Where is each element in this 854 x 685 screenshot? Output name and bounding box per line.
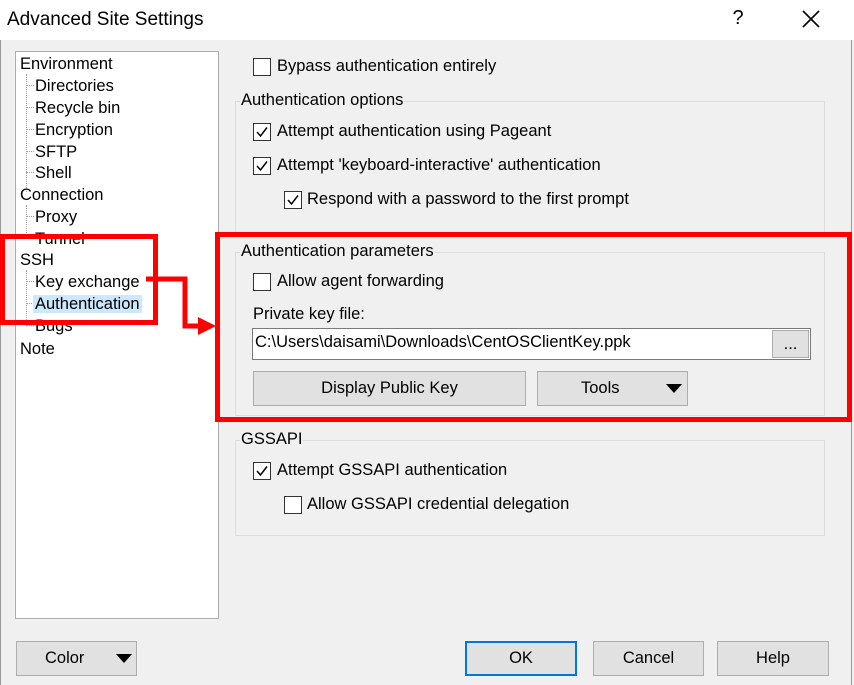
tree-connector xyxy=(26,281,34,282)
tree-item-key-exchange[interactable]: Key exchange xyxy=(35,272,140,292)
close-icon[interactable] xyxy=(794,2,828,36)
gssapi-title: GSSAPI xyxy=(240,430,304,449)
tree-connector xyxy=(26,325,34,326)
tree-item-shell[interactable]: Shell xyxy=(35,163,72,183)
gssapi-group xyxy=(235,440,825,536)
tree-connector xyxy=(26,238,34,239)
gssapi-attempt-label: Attempt GSSAPI authentication xyxy=(277,461,508,479)
gssapi-delegation-label: Allow GSSAPI credential delegation xyxy=(307,495,570,513)
tree-connector xyxy=(26,85,34,86)
color-label: Color xyxy=(45,649,85,667)
pageant-checkbox[interactable] xyxy=(253,123,271,141)
checkmark-icon xyxy=(256,127,268,138)
tree-item-tunnel[interactable]: Tunnel xyxy=(35,229,85,249)
private-key-value: C:\Users\daisami\Downloads\CentOSClientK… xyxy=(255,333,631,351)
auth-options-title: Authentication options xyxy=(240,91,405,110)
dropdown-arrow-icon xyxy=(666,384,682,393)
tools-label: Tools xyxy=(581,379,620,397)
ok-button[interactable]: OK xyxy=(465,641,577,676)
checkmark-icon xyxy=(287,195,299,206)
browse-key-button[interactable]: ... xyxy=(772,330,809,358)
private-key-label: Private key file: xyxy=(253,305,365,323)
pageant-label: Attempt authentication using Pageant xyxy=(277,122,552,140)
display-public-key-button[interactable]: Display Public Key xyxy=(253,371,526,406)
respond-password-label: Respond with a password to the first pro… xyxy=(307,190,629,208)
auth-params-title: Authentication parameters xyxy=(240,242,435,261)
tree-item-note[interactable]: Note xyxy=(20,339,55,359)
tree-item-proxy[interactable]: Proxy xyxy=(35,207,77,227)
tree-item-authentication[interactable]: Authentication xyxy=(33,294,142,314)
cancel-button[interactable]: Cancel xyxy=(593,641,704,676)
tree-connector xyxy=(26,205,27,239)
respond-password-checkbox[interactable] xyxy=(284,191,302,209)
bypass-auth-checkbox[interactable] xyxy=(253,58,271,76)
agent-forwarding-checkbox[interactable] xyxy=(253,273,271,291)
keyboard-interactive-checkbox[interactable] xyxy=(253,157,271,175)
private-key-input[interactable]: C:\Users\daisami\Downloads\CentOSClientK… xyxy=(252,328,811,360)
tree-item-connection[interactable]: Connection xyxy=(20,185,103,205)
help-button[interactable]: Help xyxy=(717,641,829,676)
tree-connector xyxy=(26,74,27,192)
tree-connector xyxy=(26,129,34,130)
bypass-auth-label: Bypass authentication entirely xyxy=(277,57,497,75)
tools-button[interactable]: Tools xyxy=(537,371,688,406)
tree-item-ssh[interactable]: SSH xyxy=(20,250,54,270)
color-button[interactable]: Color xyxy=(16,641,137,676)
keyboard-interactive-label: Attempt 'keyboard-interactive' authentic… xyxy=(277,156,601,174)
checkmark-icon xyxy=(256,161,268,172)
tree-connector xyxy=(26,107,34,108)
gssapi-attempt-checkbox[interactable] xyxy=(253,462,271,480)
gssapi-delegation-checkbox[interactable] xyxy=(284,496,302,514)
dropdown-arrow-icon xyxy=(116,654,132,663)
tree-item-directories[interactable]: Directories xyxy=(35,76,114,96)
window-title: Advanced Site Settings xyxy=(7,9,204,30)
tree-item-recycle-bin[interactable]: Recycle bin xyxy=(35,98,120,118)
checkmark-icon xyxy=(256,466,268,477)
agent-forwarding-label: Allow agent forwarding xyxy=(277,272,444,290)
tree-connector xyxy=(26,151,34,152)
help-question-icon[interactable]: ? xyxy=(728,7,748,30)
annotation-arrow-icon xyxy=(146,276,216,335)
tree-connector xyxy=(26,172,34,173)
tree-connector xyxy=(26,216,34,217)
tree-item-bugs[interactable]: Bugs xyxy=(35,316,73,336)
tree-item-sftp[interactable]: SFTP xyxy=(35,142,77,162)
tree-item-environment[interactable]: Environment xyxy=(20,54,113,74)
tree-item-encryption[interactable]: Encryption xyxy=(35,120,113,140)
tree-connector xyxy=(26,270,27,326)
